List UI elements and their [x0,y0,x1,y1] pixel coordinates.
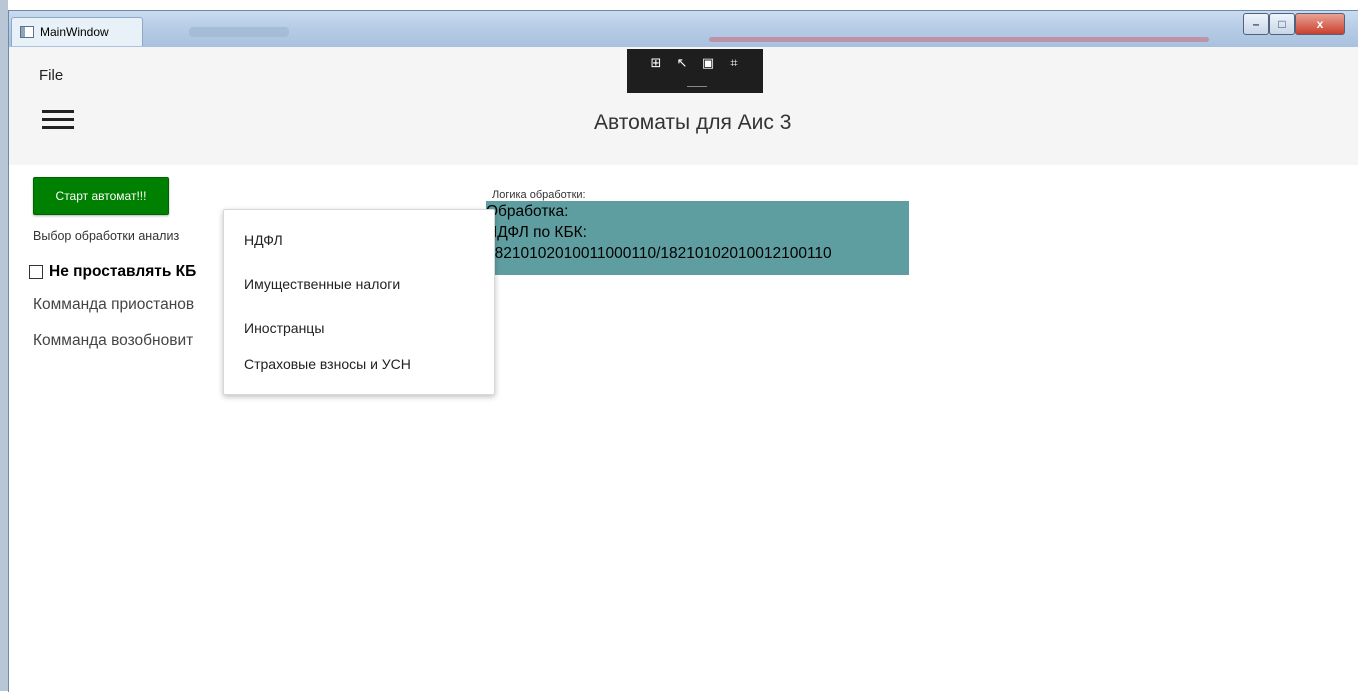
menu-file[interactable]: File [39,67,63,84]
resume-command-text: Комманда возобновит [33,332,194,349]
no-kbk-checkbox[interactable] [29,265,43,279]
pointer-icon[interactable]: ↖ [673,55,691,73]
title-bar[interactable]: MainWindow – □ x [9,11,1358,47]
dropdown-item-property-taxes[interactable]: Имущественные налоги [244,276,400,292]
hamburger-menu-icon[interactable] [42,110,74,130]
logic-line-3: 18210102010011000110/1821010201001210011… [486,245,832,262]
close-button[interactable]: x [1295,13,1345,35]
start-automat-button[interactable]: Старт автомат!!! [33,177,169,215]
logic-panel: Обработка: НДФЛ по КБК: 1821010201001100… [486,201,909,275]
minimize-button[interactable]: – [1243,13,1269,35]
dropdown-item-foreigners[interactable]: Иностранцы [244,320,324,336]
pause-command-text: Комманда приостанов [33,296,195,313]
maximize-button[interactable]: □ [1269,13,1295,35]
desktop-edge [0,0,8,691]
titlebar-artifact [189,27,289,37]
title-tab: MainWindow [11,17,143,46]
dropdown-item-insurance-usn[interactable]: Страховые взносы и УСН [244,356,411,372]
window-title: MainWindow [40,25,109,39]
main-window: MainWindow – □ x File Автоматы для Аис 3… [8,10,1358,692]
titlebar-artifact-red [709,37,1209,42]
track-focus-icon[interactable]: ⌗ [725,55,743,73]
app-window-icon [20,26,34,38]
layout-box-icon[interactable]: ▣ [699,55,717,73]
dropdown-item-ndfl[interactable]: НДФЛ [244,232,283,248]
select-element-icon[interactable]: ⊞ [647,55,665,73]
no-kbk-checkbox-row[interactable]: Не проставлять КБ [29,263,196,281]
window-content: File Автоматы для Аис 3 ⊞ ↖ ▣ ⌗ Старт ав… [9,47,1358,692]
processing-dropdown-list: НДФЛ Имущественные налоги Иностранцы Стр… [223,209,495,395]
processing-choice-label: Выбор обработки анализ [33,229,180,243]
logic-line-1: Обработка: [486,203,569,220]
debug-toolbar: ⊞ ↖ ▣ ⌗ [627,49,763,93]
page-title: Автоматы для Аис 3 [594,111,792,134]
logic-line-2: НДФЛ по КБК: [486,224,587,241]
no-kbk-checkbox-label: Не проставлять КБ [49,263,197,280]
toolbar-grip[interactable] [687,86,707,87]
logic-label: Логика обработки: [492,189,586,201]
app-header: File Автоматы для Аис 3 ⊞ ↖ ▣ ⌗ [9,47,1358,165]
